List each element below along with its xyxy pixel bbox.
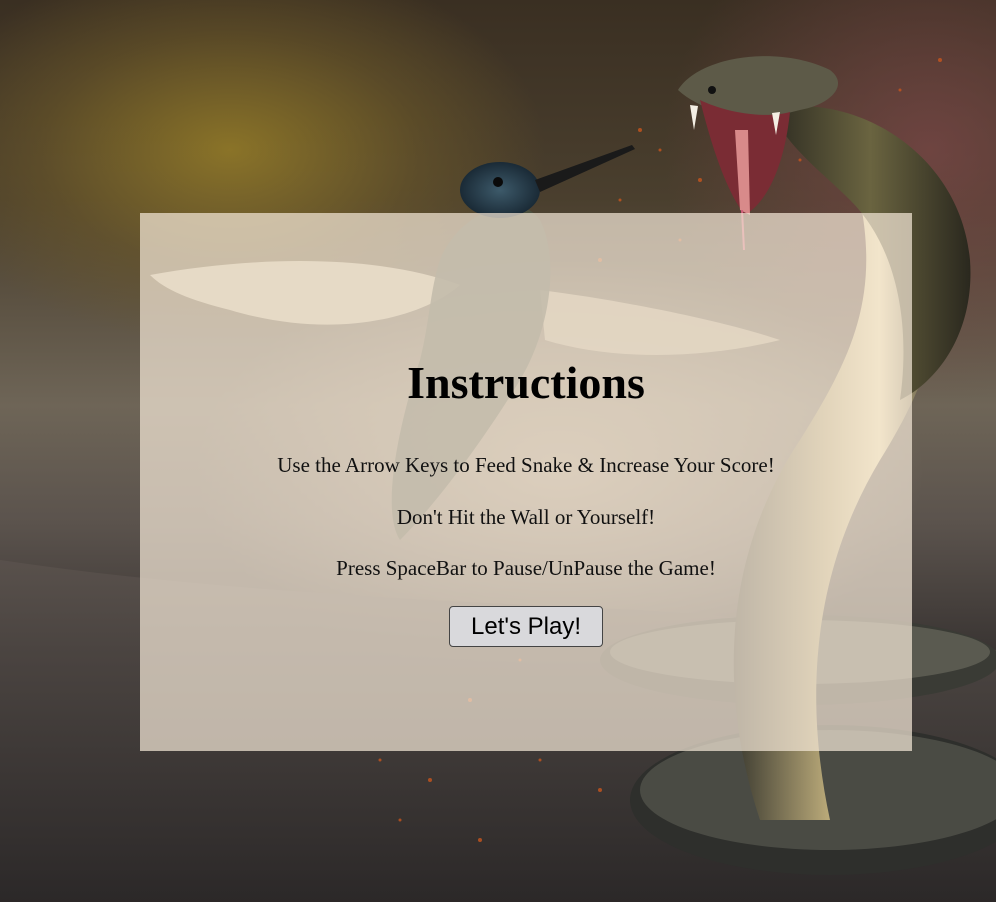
instruction-arrow-keys: Use the Arrow Keys to Feed Snake & Incre… (277, 453, 775, 477)
lets-play-button[interactable]: Let's Play! (449, 606, 603, 647)
instruction-pause: Press SpaceBar to Pause/UnPause the Game… (336, 556, 716, 580)
instructions-title: Instructions (407, 357, 645, 408)
instruction-avoid-walls: Don't Hit the Wall or Yourself! (396, 505, 656, 529)
game-screen: Instructions Use the Arrow Keys to Feed … (0, 0, 996, 902)
instructions-panel: Instructions Use the Arrow Keys to Feed … (140, 213, 912, 751)
